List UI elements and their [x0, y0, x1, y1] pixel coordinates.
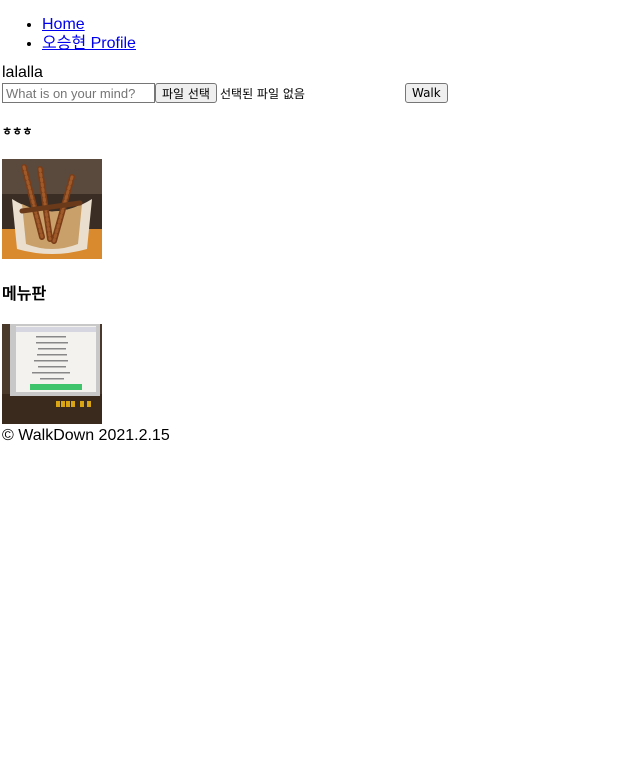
file-status-text: 선택된 파일 없음: [219, 86, 305, 101]
post-item: 메뉴판: [2, 284, 620, 424]
nav-item-home: Home: [42, 15, 620, 34]
username: lalalla: [2, 64, 43, 81]
food-photo: [2, 159, 102, 259]
post-form: 파일 선택 선택된 파일 없음 Walk: [2, 83, 620, 103]
walk-submit-button[interactable]: Walk: [404, 83, 448, 103]
menu-board-photo: [2, 324, 102, 424]
post-text-input[interactable]: [2, 83, 155, 103]
home-link[interactable]: Home: [42, 16, 85, 33]
main-nav: Home 오승현 Profile: [2, 15, 620, 53]
profile-link[interactable]: 오승현 Profile: [42, 35, 136, 52]
post-list: ㅎㅎㅎ 메뉴판: [2, 125, 620, 424]
nav-item-profile: 오승현 Profile: [42, 34, 620, 53]
choose-file-button[interactable]: 파일 선택: [155, 83, 217, 103]
footer: © WalkDown 2021.2.15: [2, 427, 170, 444]
page: Home 오승현 Profile lalalla 파일 선택 선택된 파일 없음…: [0, 15, 622, 446]
post-title: ㅎㅎㅎ: [2, 125, 33, 138]
post-item: ㅎㅎㅎ: [2, 125, 620, 259]
post-title: 메뉴판: [2, 284, 47, 303]
